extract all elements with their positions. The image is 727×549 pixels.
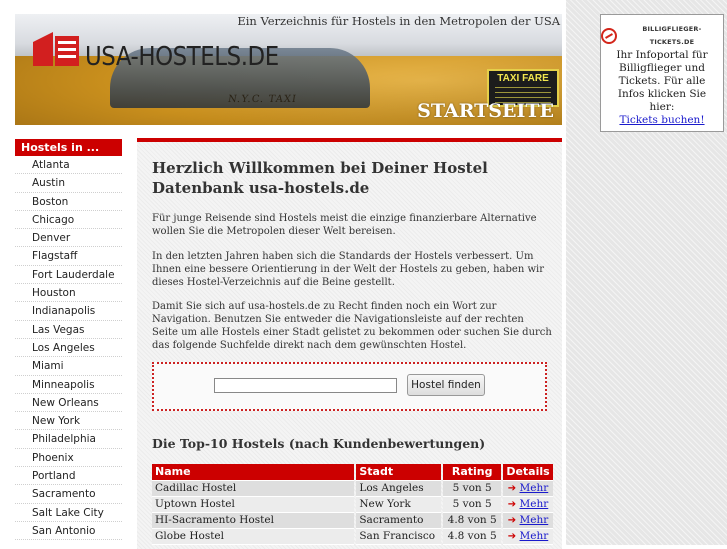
welcome-heading: Herzlich Willkommen bei Deiner Hostel Da…: [152, 159, 488, 197]
nav-item-miami[interactable]: Miami: [15, 357, 122, 376]
hostel-rating: 4.8 von 5: [443, 513, 502, 529]
col-header-rating: Rating: [443, 464, 502, 481]
hostel-rating: 4.8 von 5: [443, 529, 502, 545]
nav-item-austin[interactable]: Austin: [15, 174, 122, 193]
nav-item-minneapolis[interactable]: Minneapolis: [15, 376, 122, 394]
arrow-right-icon: ➔: [507, 515, 517, 526]
nav-item-new-york[interactable]: New York: [15, 412, 122, 431]
hostel-city: New York: [356, 497, 442, 513]
ad-box[interactable]: BILLIGFLIEGER-TICKETS.DE Ihr Infoportal …: [600, 14, 724, 132]
ad-logo-text: BILLIGFLIEGER-TICKETS.DE: [642, 25, 702, 46]
nav-title: Hostels in ...: [15, 139, 122, 156]
details-link[interactable]: Mehr: [520, 514, 549, 526]
details-link[interactable]: Mehr: [520, 498, 549, 510]
hostel-city: San Francisco: [356, 529, 442, 545]
main-content: Herzlich Willkommen bei Deiner Hostel Da…: [137, 138, 562, 549]
taxi-fare-text: TAXI FARE: [497, 73, 549, 84]
col-header-details: Details: [503, 464, 553, 481]
nav-item-san-antonio[interactable]: San Antonio: [15, 522, 122, 541]
site-tagline: Ein Verzeichnis für Hostels in den Metro…: [237, 14, 560, 28]
top-hostels-title: Die Top-10 Hostels (nach Kundenbewertung…: [152, 436, 486, 451]
hostel-city: Los Angeles: [356, 481, 442, 497]
table-header-row: Name Stadt Rating Details: [152, 464, 553, 481]
details-link[interactable]: Mehr: [520, 530, 549, 542]
nav-item-philadelphia[interactable]: Philadelphia: [15, 430, 122, 449]
ad-text: Ihr Infoportal für Billigflieger und Tic…: [616, 49, 708, 113]
nav-item-chicago[interactable]: Chicago: [15, 211, 122, 230]
intro-paragraph-1: Für junge Reisende sind Hostels meist di…: [152, 213, 537, 237]
nav-item-new-orleans[interactable]: New Orleans: [15, 394, 122, 413]
hostel-name: HI-Sacramento Hostel: [152, 513, 355, 529]
nav-item-phoenix[interactable]: Phoenix: [15, 449, 122, 468]
arrow-right-icon: ➔: [507, 531, 517, 542]
intro-paragraph-3: Damit Sie sich auf usa-hostels.de zu Rec…: [152, 301, 552, 351]
taxi-door-text: N.Y.C. TAXI: [227, 94, 298, 105]
top-hostels-table: Name Stadt Rating Details Cadillac Hoste…: [150, 464, 555, 545]
table-row: Globe Hostel San Francisco 4.8 von 5 ➔ M…: [152, 529, 553, 545]
search-box: Hostel finden: [152, 362, 547, 411]
nav-item-las-vegas[interactable]: Las Vegas: [15, 321, 122, 339]
city-nav: Hostels in ... Atlanta Austin Boston Chi…: [15, 139, 122, 541]
arrow-right-icon: ➔: [507, 483, 517, 494]
table-row: Uptown Hostel New York 5 von 5 ➔ Mehr: [152, 497, 553, 513]
hostel-name: Cadillac Hostel: [152, 481, 355, 497]
nav-item-denver[interactable]: Denver: [15, 229, 122, 248]
nav-item-atlanta[interactable]: Atlanta: [15, 156, 122, 175]
details-link[interactable]: Mehr: [520, 482, 549, 494]
hostel-name: Uptown Hostel: [152, 497, 355, 513]
nav-item-salt-lake-city[interactable]: Salt Lake City: [15, 504, 122, 522]
table-row: Cadillac Hostel Los Angeles 5 von 5 ➔ Me…: [152, 481, 553, 497]
hostel-rating: 5 von 5: [443, 497, 502, 513]
nav-item-indianapolis[interactable]: Indianapolis: [15, 302, 122, 321]
col-header-city: Stadt: [356, 464, 442, 481]
nav-item-los-angeles[interactable]: Los Angeles: [15, 339, 122, 358]
ad-logo[interactable]: BILLIGFLIEGER-TICKETS.DE: [601, 25, 723, 47]
hostel-search-input[interactable]: [214, 378, 397, 393]
nav-item-boston[interactable]: Boston: [15, 193, 122, 211]
ad-link[interactable]: Tickets buchen!: [619, 114, 704, 126]
hostel-name: Globe Hostel: [152, 529, 355, 545]
site-logo[interactable]: USA-HOSTELS.DE: [85, 42, 279, 72]
building-logo-icon: [33, 32, 79, 66]
hostel-search-button[interactable]: Hostel finden: [407, 374, 485, 396]
nav-item-portland[interactable]: Portland: [15, 467, 122, 486]
nav-item-flagstaff[interactable]: Flagstaff: [15, 247, 122, 266]
col-header-name: Name: [152, 464, 355, 481]
page-title-banner: STARTSEITE: [417, 100, 554, 122]
header-banner: TAXI FARE N.Y.C. TAXI USA-HOSTELS.DE Ein…: [15, 14, 562, 125]
table-row: HI-Sacramento Hostel Sacramento 4.8 von …: [152, 513, 553, 529]
hostel-city: Sacramento: [356, 513, 442, 529]
intro-paragraph-2: In den letzten Jahren haben sich die Sta…: [152, 251, 544, 288]
arrow-right-icon: ➔: [507, 499, 517, 510]
hostel-rating: 5 von 5: [443, 481, 502, 497]
nav-item-sacramento[interactable]: Sacramento: [15, 485, 122, 504]
nav-item-houston[interactable]: Houston: [15, 284, 122, 303]
nav-item-fort-lauderdale[interactable]: Fort Lauderdale: [15, 266, 122, 285]
no-entry-icon: [601, 28, 617, 44]
